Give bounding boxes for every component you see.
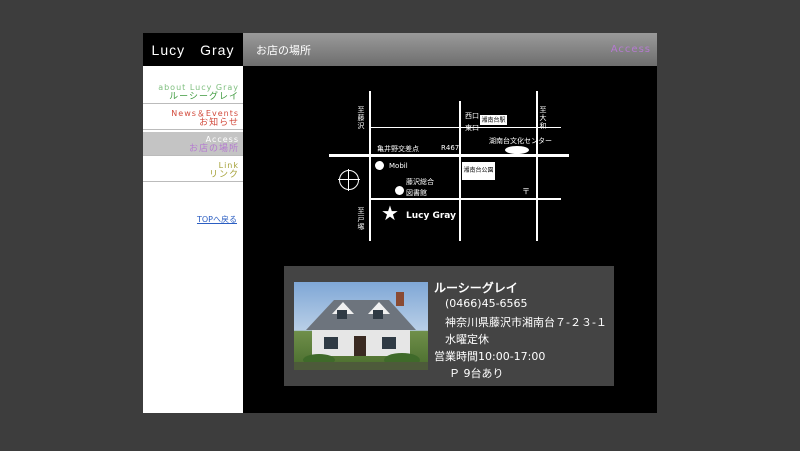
sidebar: about Lucy Gray ルーシーグレイ News＆Events お知らせ… — [143, 66, 243, 413]
nav-label-en: Access — [205, 135, 239, 144]
shop-address: 神奈川県藤沢市湘南台７-２３-１ — [445, 316, 607, 329]
nav-item-access[interactable]: Access お店の場所 — [143, 132, 243, 156]
park-box: 湘南台公園 — [462, 162, 495, 180]
page-title-en: Access — [610, 44, 651, 55]
to-fujisawa-label: 至藤沢 — [357, 106, 365, 130]
road-west — [369, 91, 371, 241]
back-to-top-link[interactable]: TOPへ戻る — [197, 214, 237, 225]
road-east — [536, 91, 538, 241]
road-center — [459, 101, 461, 241]
post-office-icon: 〒 — [522, 187, 530, 196]
road-lower — [369, 198, 561, 200]
route-label: R467 — [441, 144, 460, 152]
mobil-label: Mobil — [389, 162, 408, 170]
culture-center-label: 湖南台文化センター — [489, 137, 552, 145]
shop-photo — [294, 282, 428, 370]
nav-label-jp: お知らせ — [199, 118, 239, 128]
to-totsuka-label: 至戸塚 — [357, 207, 365, 231]
west-exit-label: 西口 — [465, 112, 479, 120]
page-title: お店の場所 — [256, 44, 311, 57]
road-r467 — [329, 154, 569, 157]
mobil-marker — [375, 161, 384, 170]
east-exit-label: 東口 — [465, 124, 479, 132]
house-illustration — [294, 292, 428, 370]
nav-label-jp: リンク — [208, 170, 239, 180]
shop-phone: (0466)45-6565 — [445, 297, 528, 310]
station-box: 湘南台駅 — [480, 115, 507, 125]
to-yamato-label: 至大和 — [539, 106, 547, 130]
nav-label-en: News＆Events — [171, 109, 239, 118]
nav-item-about[interactable]: about Lucy Gray ルーシーグレイ — [143, 80, 243, 104]
shop-name: ルーシーグレイ — [434, 281, 518, 295]
nav-item-link[interactable]: Link リンク — [143, 158, 243, 182]
site-logo[interactable]: Lucy Gray — [143, 33, 243, 66]
compass-icon — [338, 169, 360, 191]
access-map: 至藤沢 至大和 至戸塚 西口 東口 湘南台駅 亀井野交差点 R467 湖南台文化… — [329, 91, 574, 246]
nav-item-news[interactable]: News＆Events お知らせ — [143, 106, 243, 130]
shop-hours: 営業時間10:00-17:00 — [434, 350, 546, 363]
shop-parking: Ｐ 9台あり — [449, 367, 504, 380]
library-marker — [395, 186, 404, 195]
culture-center-marker — [505, 146, 529, 154]
kameino-label: 亀井野交差点 — [377, 145, 419, 153]
star-icon: ★ — [381, 201, 399, 225]
nav-label-jp: お店の場所 — [188, 144, 239, 154]
page-frame: Lucy Gray お店の場所 Access about Lucy Gray ル… — [143, 33, 657, 413]
shop-closed-day: 水曜定休 — [445, 333, 489, 346]
nav-label-en: Link — [218, 161, 239, 170]
nav-label-jp: ルーシーグレイ — [169, 92, 239, 102]
shop-info-panel: ルーシーグレイ (0466)45-6565 神奈川県藤沢市湘南台７-２３-１ 水… — [284, 266, 614, 386]
library-label: 藤沢総合 図書館 — [406, 178, 434, 197]
nav-label-en: about Lucy Gray — [158, 83, 239, 92]
lucy-gray-label: Lucy Gray — [406, 211, 456, 221]
header-bar: お店の場所 Access — [243, 33, 657, 66]
